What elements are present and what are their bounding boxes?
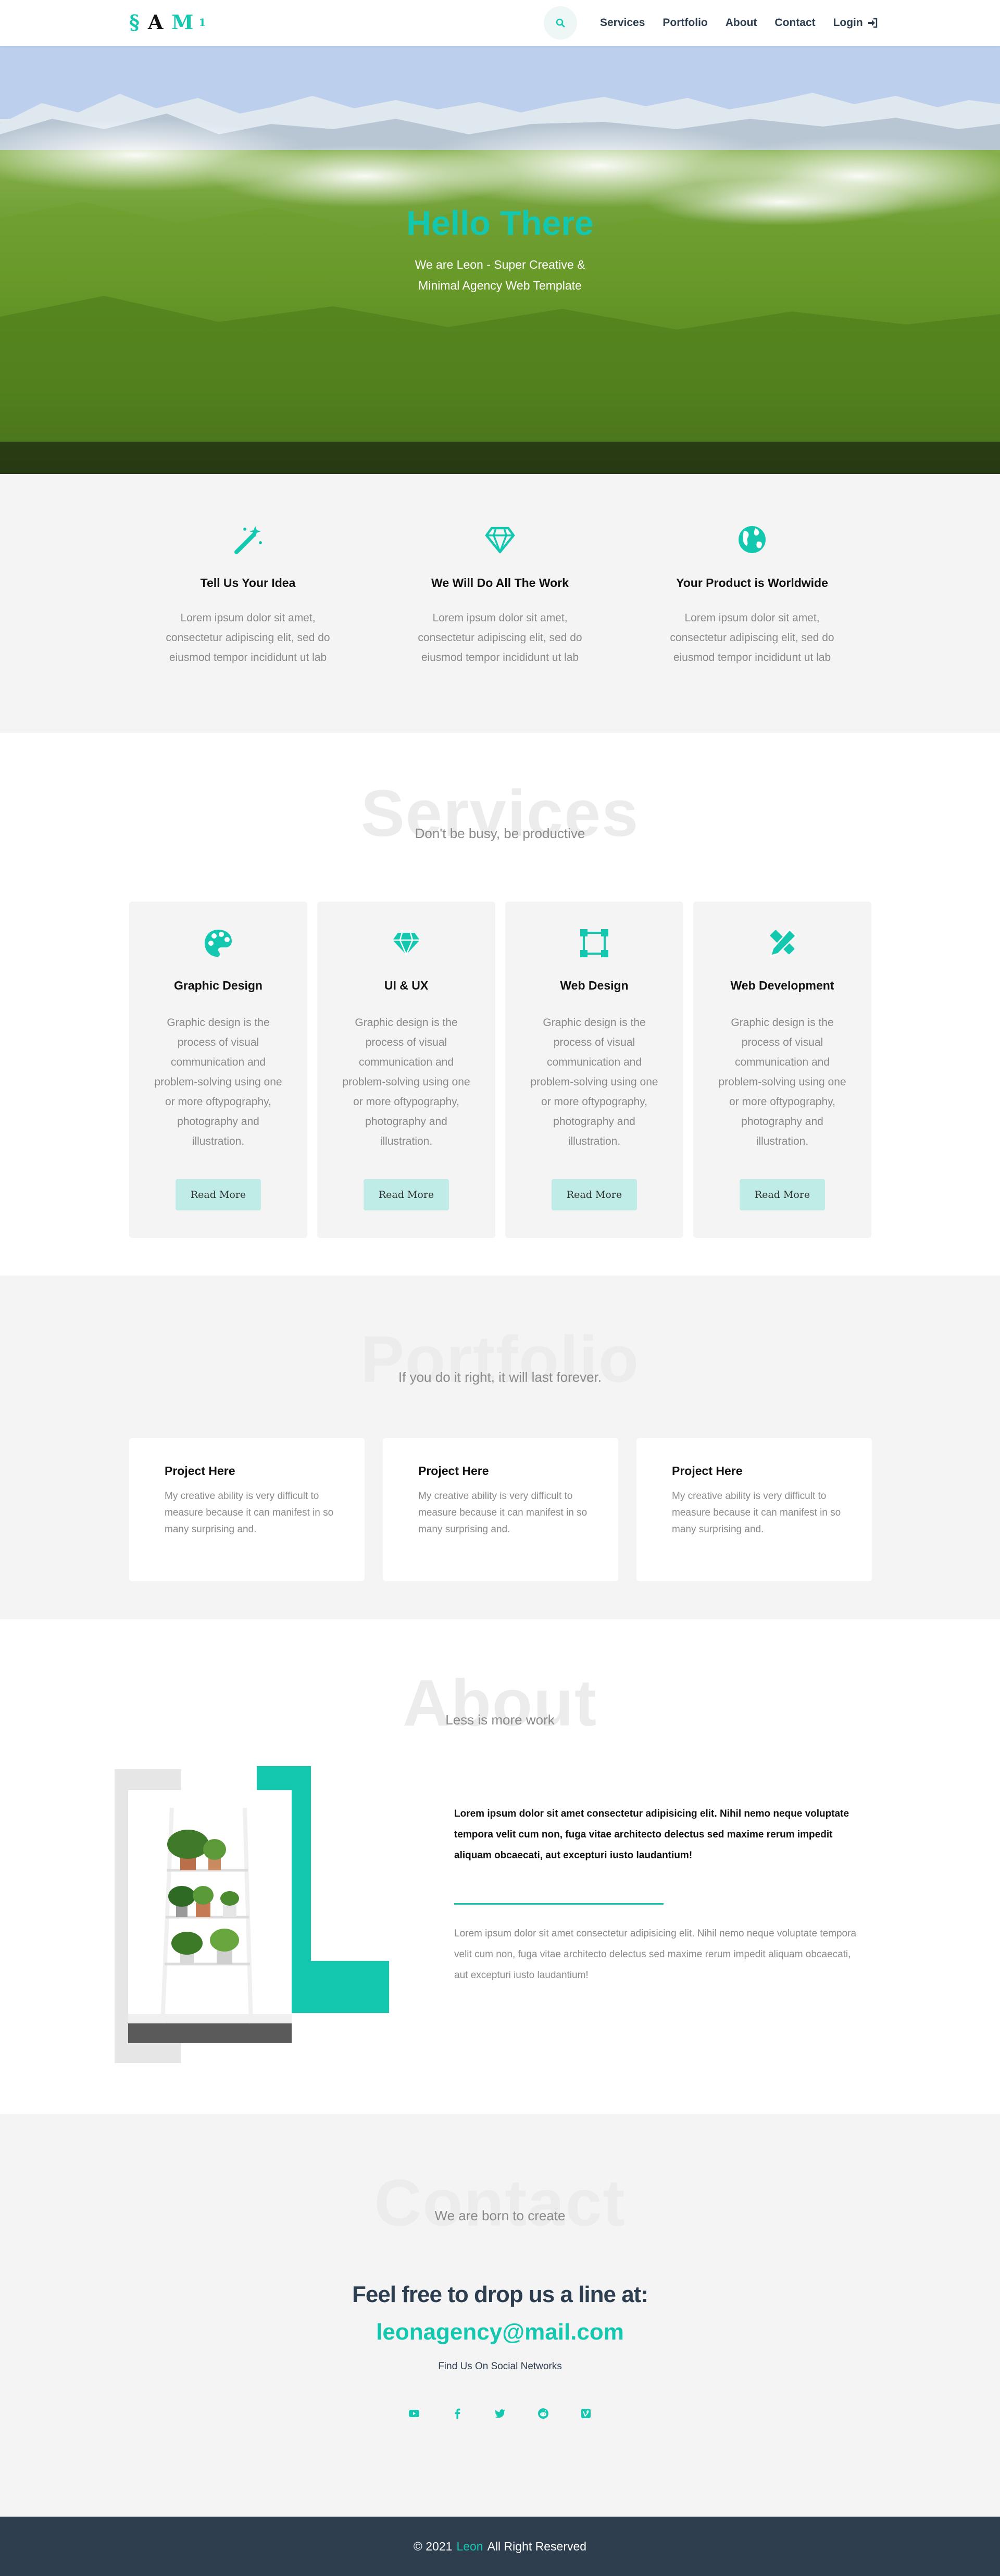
feature-title: We Will Do All The Work [431, 576, 569, 590]
project-text: My creative ability is very difficult to… [672, 1491, 841, 1535]
read-more-button[interactable]: Read More [364, 1179, 449, 1210]
section-subtitle: We are born to create [434, 2208, 566, 2223]
copyright-text: © 2021 [413, 2539, 453, 2553]
service-card: Web Development Graphic design is the pr… [693, 902, 871, 1238]
service-text: Graphic design is the process of visual … [530, 1017, 658, 1147]
read-more-button[interactable]: Read More [740, 1179, 825, 1210]
feature-text: Lorem ipsum dolor sit amet, consectetur … [166, 612, 330, 664]
about-section: About Less is more work Lorem ipsum dolo… [0, 1619, 1000, 2114]
diamond-icon [485, 527, 515, 554]
vine-icon[interactable] [579, 2407, 593, 2420]
portfolio-card[interactable]: Project Here My creative ability is very… [129, 1438, 365, 1581]
contact-section: Contact We are born to create Feel free … [0, 2114, 1000, 2517]
section-subtitle: If you do it right, it will last forever… [398, 1369, 602, 1385]
palette-icon [205, 930, 232, 957]
project-title: Project Here [672, 1464, 743, 1478]
service-card: Web Design Graphic design is the process… [505, 902, 683, 1238]
feature-text: Lorem ipsum dolor sit amet, consectetur … [670, 612, 834, 664]
social-label: Find Us On Social Networks [438, 2361, 562, 2372]
nav-link-services[interactable]: Services [600, 17, 645, 29]
magic-wand-icon [234, 526, 262, 554]
service-card: UI & UX Graphic design is the process of… [317, 902, 495, 1238]
service-title: UI & UX [384, 979, 429, 992]
sign-in-icon [868, 18, 877, 28]
read-more-button[interactable]: Read More [176, 1179, 261, 1210]
nav-link-about[interactable]: About [726, 17, 757, 29]
footer-brand-link[interactable]: Leon [456, 2540, 483, 2554]
read-more-button[interactable]: Read More [552, 1179, 637, 1210]
search-button[interactable] [544, 6, 577, 40]
feature-text: Lorem ipsum dolor sit amet, consectetur … [418, 612, 582, 664]
service-title: Web Design [560, 979, 629, 992]
section-watermark-title: About [403, 1666, 597, 1740]
logo[interactable]: § A M 1 [129, 10, 209, 34]
section-watermark-title: Portfolio [360, 1322, 640, 1396]
section-subtitle: Don't be busy, be productive [415, 826, 585, 841]
footer: © 2021 Leon All Right Reserved [0, 2517, 1000, 2576]
login-link[interactable]: Login [833, 17, 878, 29]
section-watermark-title: Contact [374, 2166, 626, 2240]
project-text: My creative ability is very difficult to… [165, 1491, 334, 1535]
features-section: Tell Us Your Idea Lorem ipsum dolor sit … [0, 474, 1000, 733]
rights-text: All Right Reserved [487, 2539, 587, 2553]
nav-link-portfolio[interactable]: Portfolio [662, 17, 707, 29]
logo-letter: M [171, 10, 197, 34]
project-title: Project Here [418, 1464, 489, 1478]
social-icons [396, 2407, 604, 2420]
hero-subtitle: We are Leon - Super Creative & Minimal A… [415, 258, 585, 292]
nav-links: Services Portfolio About Contact Login [600, 0, 878, 46]
hero-title: Hello There [406, 204, 594, 242]
service-title: Web Development [730, 979, 834, 992]
logo-letter: 1 [198, 16, 209, 29]
diamond-icon [393, 932, 420, 956]
vector-square-icon [580, 929, 608, 957]
services-section: Services Don't be busy, be productive Gr… [0, 733, 1000, 1276]
project-text: My creative ability is very difficult to… [418, 1491, 588, 1535]
portfolio-card[interactable]: Project Here My creative ability is very… [383, 1438, 618, 1581]
twitter-icon[interactable] [493, 2407, 507, 2420]
youtube-icon[interactable] [407, 2407, 421, 2420]
nav-link-contact[interactable]: Contact [774, 17, 815, 29]
globe-icon [739, 526, 766, 553]
divider [454, 1903, 664, 1905]
project-title: Project Here [165, 1464, 235, 1478]
contact-headline: Feel free to drop us a line at: [352, 2282, 648, 2307]
service-text: Graphic design is the process of visual … [718, 1017, 846, 1147]
service-title: Graphic Design [174, 979, 262, 992]
service-text: Graphic design is the process of visual … [342, 1017, 470, 1147]
search-icon [556, 18, 565, 28]
contact-email-link[interactable]: leonagency@mail.com [0, 2319, 1000, 2345]
top-navbar: § A M 1 Services Portfolio About Contact… [0, 0, 1000, 46]
reddit-icon[interactable] [536, 2407, 550, 2420]
portfolio-card[interactable]: Project Here My creative ability is very… [636, 1438, 872, 1581]
pencil-ruler-icon [770, 929, 797, 957]
about-lead-text: Lorem ipsum dolor sit amet consectetur a… [454, 1808, 849, 1861]
feature-title: Tell Us Your Idea [200, 576, 296, 590]
plant-shelf-image [115, 1766, 389, 2063]
feature-title: Your Product is Worldwide [676, 576, 828, 590]
section-subtitle: Less is more work [445, 1712, 555, 1728]
hero-banner: Hello There We are Leon - Super Creative… [0, 46, 1000, 474]
login-label: Login [833, 17, 863, 29]
facebook-icon[interactable] [451, 2407, 464, 2420]
portfolio-section: Portfolio If you do it right, it will la… [0, 1276, 1000, 1619]
about-body-text: Lorem ipsum dolor sit amet consectetur a… [454, 1928, 857, 1981]
logo-letter: § [129, 10, 143, 34]
service-text: Graphic design is the process of visual … [154, 1017, 282, 1147]
logo-letter: A [147, 10, 167, 34]
service-card: Graphic Design Graphic design is the pro… [129, 902, 307, 1238]
